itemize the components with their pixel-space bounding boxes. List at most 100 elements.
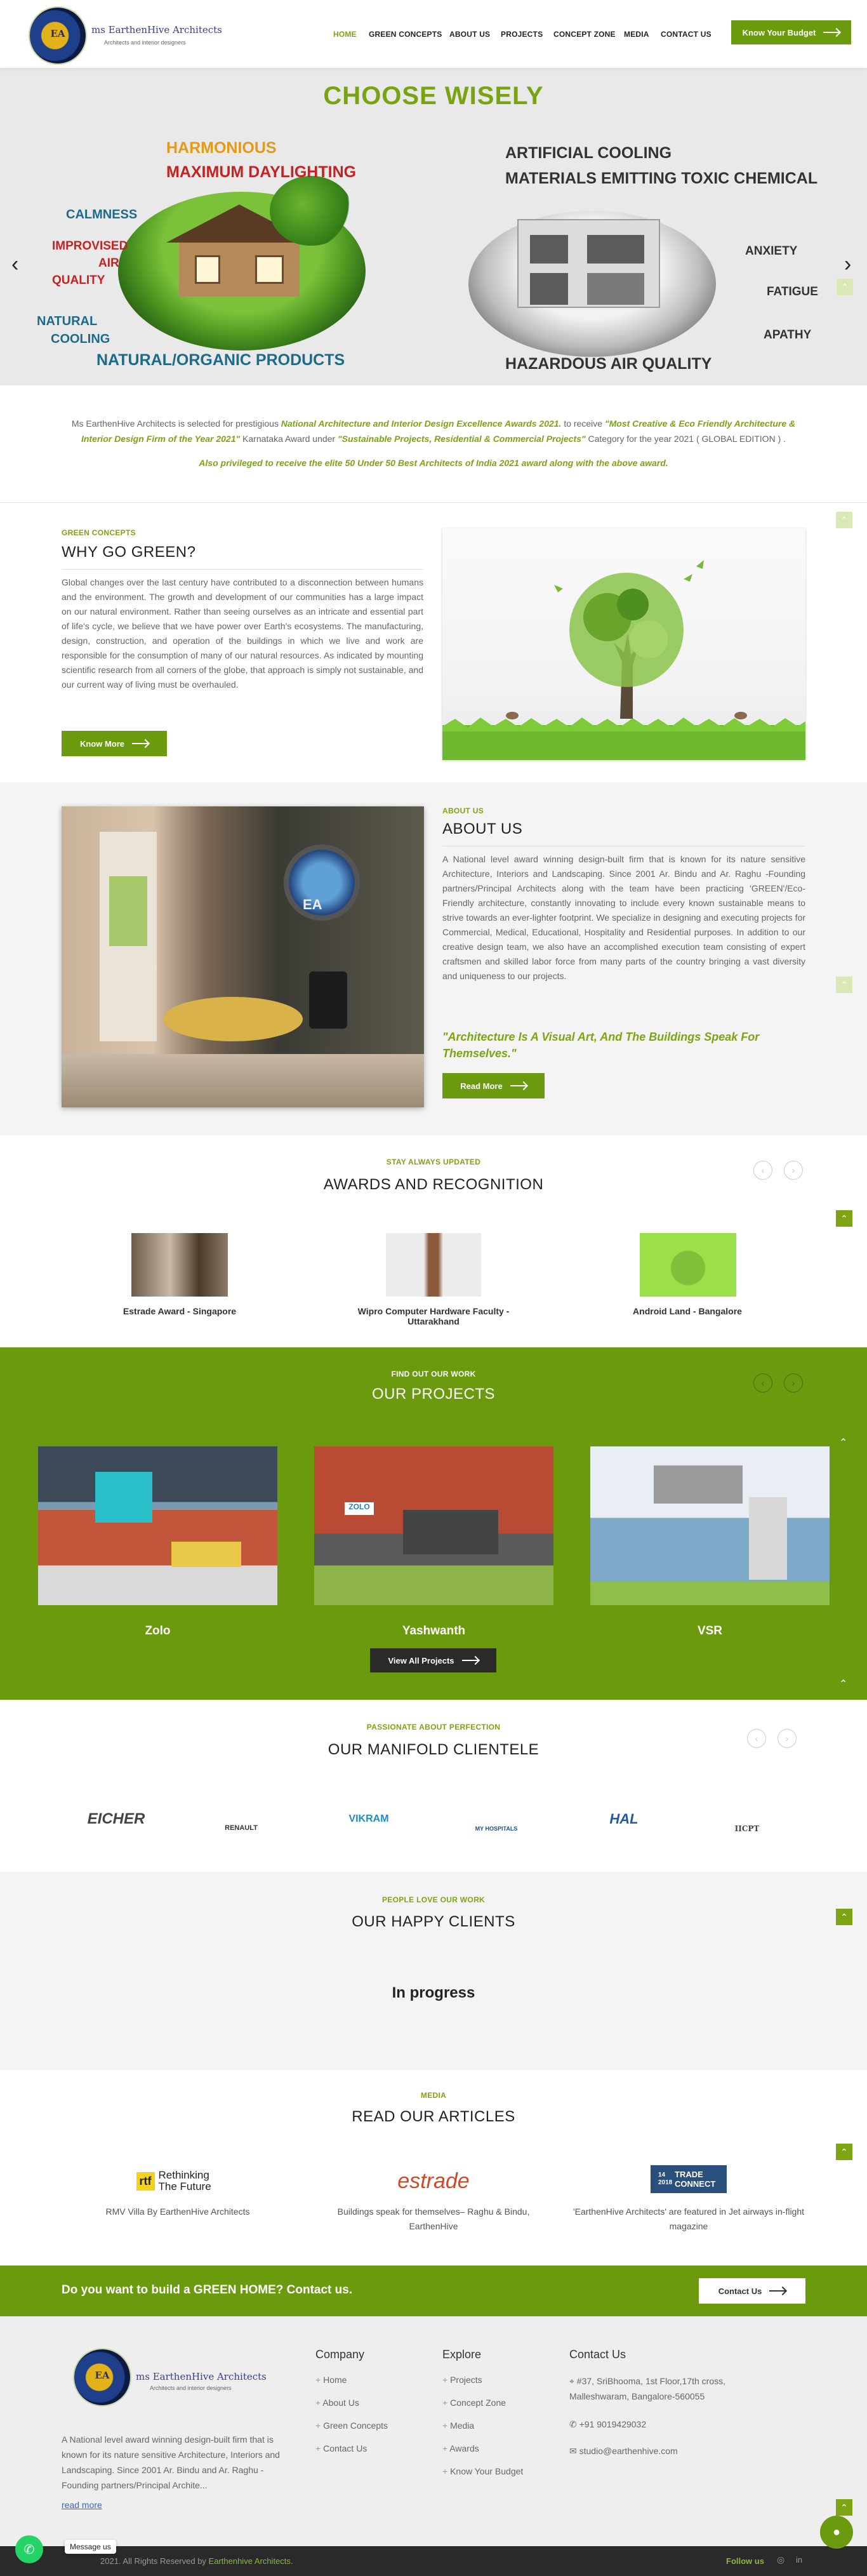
clients-next-button[interactable]: › <box>778 1729 797 1748</box>
footer-link-about-us[interactable]: About Us <box>315 2398 359 2408</box>
hero-word-anxiety: ANXIETY <box>745 244 798 258</box>
nav-media[interactable]: MEDIA <box>624 30 649 39</box>
about-quote: "Architecture Is A Visual Art, And The B… <box>442 1031 760 1060</box>
know-more-button[interactable]: Know More <box>62 731 167 756</box>
client-logo-renault: RENAULT <box>225 1824 258 1832</box>
about-body: A National level award winning design-bu… <box>442 854 805 981</box>
happy-title: OUR HAPPY CLIENTS <box>352 1913 515 1930</box>
project-caption: VSR <box>697 1624 723 1638</box>
article-logo-estrade[interactable]: estrade <box>376 2165 491 2197</box>
nav-home[interactable]: HOME <box>333 30 357 39</box>
project-image-vsr[interactable] <box>590 1446 830 1605</box>
location-pin-icon: ⌖ <box>569 2376 577 2386</box>
footer-logo-letters: EA <box>95 2370 110 2381</box>
nav-about-us[interactable]: ABOUT US <box>449 30 490 39</box>
scroll-top-icon[interactable]: ⌃ <box>836 2144 852 2160</box>
hero-word-natural: NATURAL <box>37 314 98 328</box>
scroll-top-icon[interactable]: ⌃ <box>836 1210 852 1227</box>
scroll-top-icon[interactable]: ⌃ <box>836 1909 852 1925</box>
article-caption: RMV Villa By EarthenHive Architects <box>105 2206 250 2217</box>
footer-link-projects[interactable]: Projects <box>442 2375 482 2385</box>
scroll-top-icon[interactable]: ⌃ <box>836 977 852 993</box>
footer-link-contact-us[interactable]: Contact Us <box>315 2443 367 2453</box>
brand-name[interactable]: ms EarthenHive Architects <box>91 24 222 36</box>
awards-prev-button[interactable]: ‹ <box>753 1161 772 1180</box>
nav-contact-us[interactable]: CONTACT US <box>661 30 711 39</box>
scroll-top-icon[interactable]: ⌃ <box>837 279 853 295</box>
chevron-up-icon[interactable]: ⌃ <box>839 1436 847 1449</box>
contact-us-label: Contact Us <box>718 2286 762 2296</box>
article-caption: Buildings speak for themselves– Raghu & … <box>337 2206 530 2231</box>
clients-prev-button[interactable]: ‹ <box>747 1729 766 1748</box>
footer-link-concept-zone[interactable]: Concept Zone <box>442 2398 506 2408</box>
whatsapp-icon: ✆ <box>569 2419 579 2429</box>
projects-prev-button[interactable]: ‹ <box>753 1373 772 1392</box>
footer-link-green-concepts[interactable]: Green Concepts <box>315 2420 388 2431</box>
testimonials-status: In progress <box>392 1984 475 2001</box>
arrow-right-icon <box>769 2290 786 2292</box>
about-eyebrow: ABOUT US <box>442 806 484 815</box>
hero-word-organic: NATURAL/ORGANIC PRODUCTS <box>96 351 345 369</box>
instagram-icon[interactable]: ◎ <box>777 2554 784 2565</box>
client-logo-vikram: VIKRAM <box>348 1813 389 1824</box>
green-title: WHY GO GREEN? <box>62 544 196 561</box>
footer-read-more-link[interactable]: read more <box>62 2500 102 2510</box>
award-image-estrade[interactable] <box>131 1233 228 1297</box>
article-caption: 'EarthenHive Architects' are featured in… <box>572 2206 805 2231</box>
copyright-text: 2021. All Rights Reserved by Earthenhive… <box>100 2556 293 2566</box>
awards-next-button[interactable]: › <box>784 1161 803 1180</box>
hero-word-hazardous: HAZARDOUS AIR QUALITY <box>505 355 712 373</box>
client-logo-my-hospitals: MY HOSPITALS <box>475 1825 518 1832</box>
copyright-bar: 2021. All Rights Reserved by Earthenhive… <box>0 2546 867 2576</box>
footer-link-awards[interactable]: Awards <box>442 2443 479 2453</box>
article-logo-rtf[interactable]: rtf Rethinking The Future <box>130 2165 225 2197</box>
project-caption: Zolo <box>145 1624 171 1638</box>
chevron-left-icon[interactable]: ‹ <box>11 252 18 277</box>
nav-projects[interactable]: PROJECTS <box>501 30 543 39</box>
chevron-right-icon[interactable]: › <box>844 252 851 277</box>
projects-title: OUR PROJECTS <box>371 1385 495 1403</box>
linkedin-icon[interactable]: in <box>796 2555 802 2565</box>
footer-link-home[interactable]: Home <box>315 2375 347 2385</box>
brand-tagline: Architects and interior designers <box>104 39 186 46</box>
hero-word-daylighting: MAXIMUM DAYLIGHTING <box>166 163 357 181</box>
footer-email[interactable]: ✉ studio@earthenhive.com <box>569 2443 678 2459</box>
scroll-top-icon[interactable]: ⌃ <box>836 2499 852 2516</box>
footer-phone[interactable]: ✆ +91 9019429032 <box>569 2417 646 2432</box>
footer-company-title: Company <box>315 2348 365 2361</box>
office-interior-image: EA <box>62 806 424 1107</box>
whatsapp-message-label[interactable]: Message us <box>65 2540 116 2554</box>
chevron-up-icon[interactable]: ⌃ <box>839 1678 847 1690</box>
award-image-wipro[interactable] <box>386 1233 481 1297</box>
article-logo-trade-connect[interactable]: 14 2018 TRADE CONNECT <box>651 2165 727 2193</box>
hero-word-apathy: APATHY <box>764 328 812 342</box>
rtf-mark: rtf <box>136 2172 155 2191</box>
scroll-top-icon[interactable]: ⌃ <box>836 512 852 528</box>
contact-us-button[interactable]: Contact Us <box>699 2278 805 2304</box>
whatsapp-icon[interactable]: ✆ <box>15 2535 43 2563</box>
clients-eyebrow: PASSIONATE ABOUT PERFECTION <box>366 1723 501 1732</box>
view-all-projects-button[interactable]: View All Projects <box>370 1648 496 1672</box>
footer-link-media[interactable]: Media <box>442 2420 474 2431</box>
footer-explore-title: Explore <box>442 2348 482 2361</box>
project-caption: Yashwanth <box>402 1624 466 1638</box>
media-title: READ OUR ARTICLES <box>352 2108 515 2125</box>
award-image-android-land[interactable] <box>640 1233 736 1297</box>
about-title: ABOUT US <box>442 820 523 838</box>
hero-word-calmness: CALMNESS <box>66 208 138 222</box>
footer-brand-name: ms EarthenHive Architects <box>136 2371 267 2382</box>
project-image-yashwanth[interactable]: ZOLO <box>314 1446 553 1605</box>
nav-concept-zone[interactable]: CONCEPT ZONE <box>553 30 616 39</box>
chat-icon[interactable]: ● <box>820 2516 853 2549</box>
nav-green-concepts[interactable]: GREEN CONCEPTS <box>369 30 442 39</box>
read-more-button[interactable]: Read More <box>442 1073 545 1098</box>
client-logo-eicher: EICHER <box>87 1810 145 1827</box>
projects-next-button[interactable]: › <box>784 1373 803 1392</box>
project-image-zolo[interactable] <box>38 1446 277 1605</box>
footer-about-text: A National level award winning design-bu… <box>62 2434 280 2490</box>
arrow-right-icon <box>510 1085 527 1086</box>
know-your-budget-button[interactable]: Know Your Budget <box>731 20 851 44</box>
hero-word-cooling: COOLING <box>51 332 110 346</box>
footer-link-know-your-budget[interactable]: Know Your Budget <box>442 2466 523 2476</box>
green-eyebrow: GREEN CONCEPTS <box>62 528 136 537</box>
